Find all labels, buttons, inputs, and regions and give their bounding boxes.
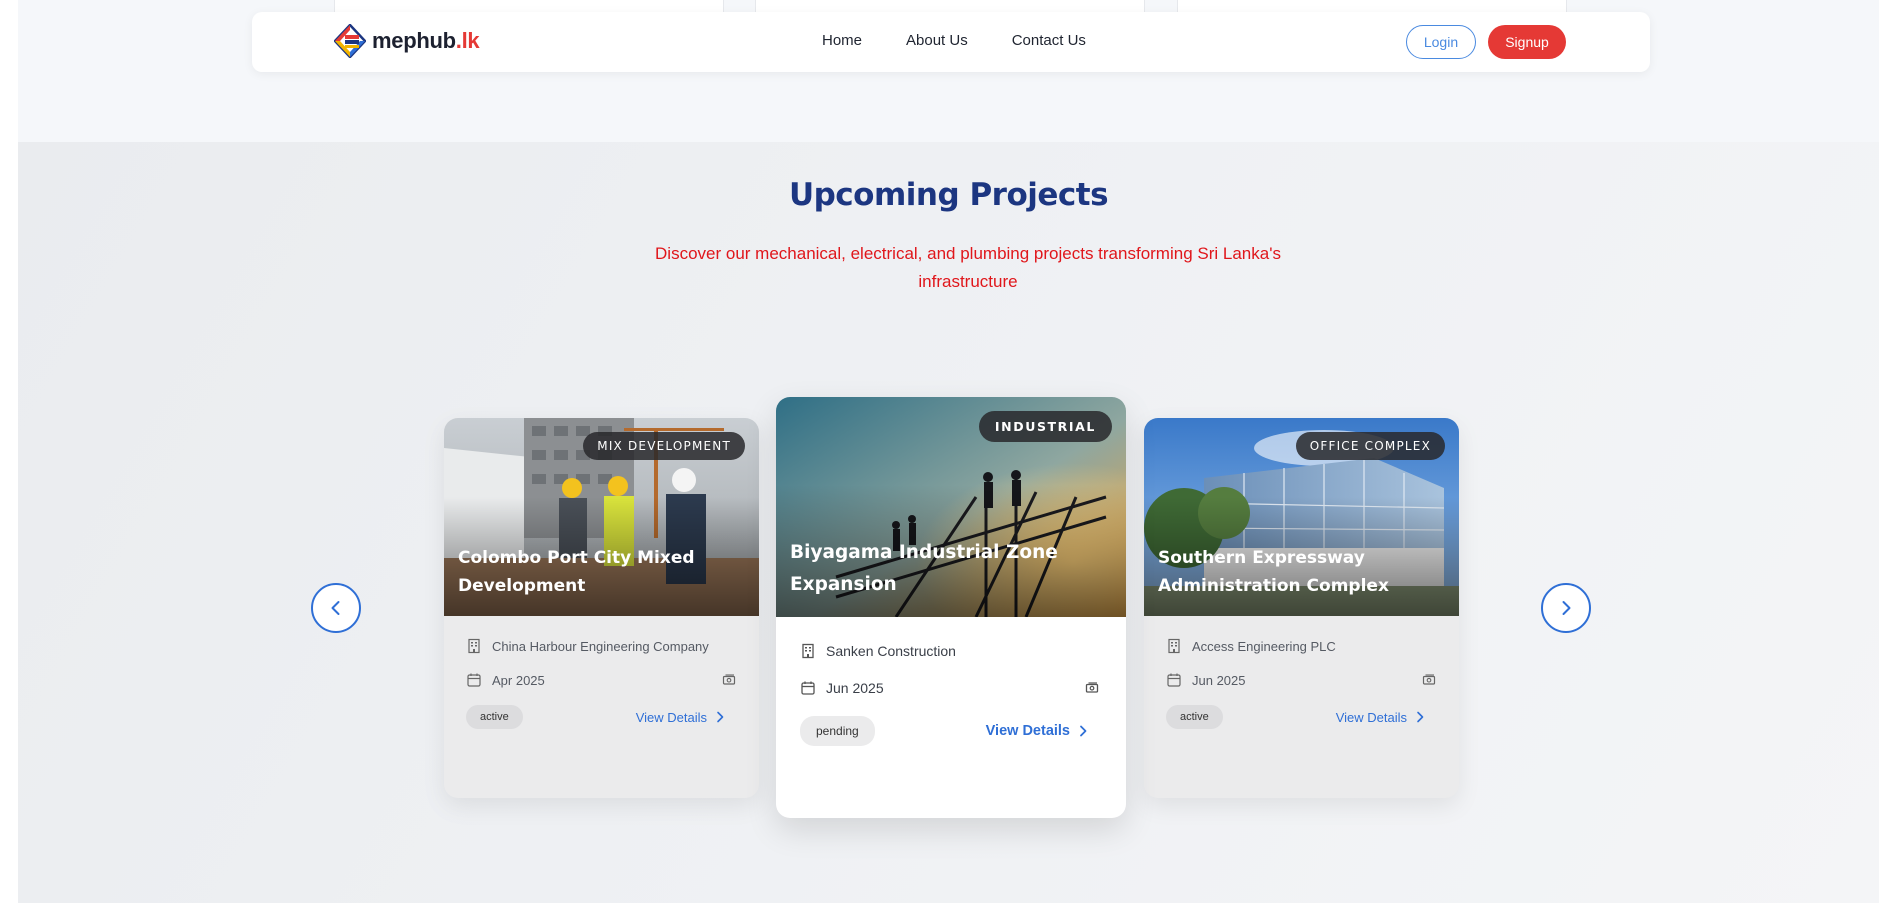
project-date: Apr 2025: [492, 672, 545, 688]
card-body: Sanken Construction Jun 2025 pending Vie…: [776, 617, 1126, 746]
status-row: pending View Details: [800, 716, 1100, 746]
company-name: Access Engineering PLC: [1192, 638, 1336, 654]
company-name: Sanken Construction: [826, 643, 956, 659]
calendar-icon: [801, 681, 815, 695]
project-date: Jun 2025: [1192, 672, 1246, 688]
company-row: Sanken Construction: [800, 643, 1100, 659]
previous-card-edge: [1177, 0, 1567, 12]
view-details-link[interactable]: View Details: [986, 723, 1100, 739]
view-details-label: View Details: [1335, 709, 1407, 725]
signup-button[interactable]: Signup: [1488, 25, 1566, 59]
date-row: Apr 2025: [466, 672, 737, 688]
upcoming-projects-section: Upcoming Projects Discover our mechanica…: [18, 142, 1879, 903]
project-image: OFFICE COMPLEX Southern Expressway Admin…: [1144, 418, 1459, 616]
mephub-logo-icon: [334, 24, 366, 58]
chevron-right-icon: [1080, 725, 1087, 737]
budget-icon: [722, 674, 736, 685]
chevron-right-icon: [717, 711, 724, 723]
project-title: Colombo Port City Mixed Development: [458, 548, 695, 596]
company-name: China Harbour Engineering Company: [492, 638, 709, 654]
carousel-prev-button[interactable]: [311, 583, 361, 633]
budget-icon: [1422, 674, 1436, 685]
company-row: China Harbour Engineering Company: [466, 638, 737, 654]
carousel-next-button[interactable]: [1541, 583, 1591, 633]
nav-contact-us[interactable]: Contact Us: [1012, 32, 1086, 49]
previous-card-edge: [755, 0, 1145, 12]
project-card[interactable]: MIX DEVELOPMENT Colombo Port City Mixed …: [444, 418, 759, 798]
status-badge: pending: [800, 716, 875, 746]
section-title: Upcoming Projects: [788, 177, 1109, 213]
category-badge: MIX DEVELOPMENT: [583, 432, 745, 460]
project-image: MIX DEVELOPMENT Colombo Port City Mixed …: [444, 418, 759, 616]
view-details-label: View Details: [985, 723, 1070, 739]
navbar: mephub.lk Home About Us Contact Us Login…: [252, 12, 1650, 72]
building-icon: [802, 643, 814, 659]
project-date: Jun 2025: [826, 680, 884, 696]
status-badge: active: [1166, 705, 1223, 729]
chevron-left-icon: [331, 601, 340, 615]
card-body: China Harbour Engineering Company Apr 20…: [444, 616, 759, 729]
calendar-icon: [1167, 673, 1181, 687]
project-card[interactable]: OFFICE COMPLEX Southern Expressway Admin…: [1144, 418, 1459, 798]
card-body: Access Engineering PLC Jun 2025 active V…: [1144, 616, 1459, 729]
category-badge: OFFICE COMPLEX: [1295, 432, 1445, 460]
login-button[interactable]: Login: [1406, 25, 1476, 59]
budget-icon: [1085, 682, 1099, 693]
building-icon: [1168, 638, 1180, 654]
view-details-link[interactable]: View Details: [1336, 710, 1437, 725]
nav-home[interactable]: Home: [822, 32, 862, 49]
page-edge: [0, 0, 18, 903]
project-title: Biyagama Industrial Zone Expansion: [790, 542, 1058, 595]
building-icon: [468, 638, 480, 654]
previous-card-edge: [334, 0, 724, 12]
category-badge: INDUSTRIAL: [978, 411, 1112, 442]
chevron-right-icon: [1417, 711, 1424, 723]
main-nav: Home About Us Contact Us: [822, 32, 1130, 49]
calendar-icon: [467, 673, 481, 687]
view-details-label: View Details: [635, 709, 707, 725]
status-row: active View Details: [466, 705, 737, 729]
project-image: INDUSTRIAL Biyagama Industrial Zone Expa…: [776, 397, 1126, 617]
company-row: Access Engineering PLC: [1166, 638, 1437, 654]
view-details-link[interactable]: View Details: [636, 710, 737, 725]
date-row: Jun 2025: [1166, 672, 1437, 688]
project-title: Southern Expressway Administration Compl…: [1158, 548, 1389, 596]
status-row: active View Details: [1166, 705, 1437, 729]
nav-about-us[interactable]: About Us: [906, 32, 968, 49]
status-badge: active: [466, 705, 523, 729]
section-subtitle: Discover our mechanical, electrical, and…: [655, 244, 1281, 291]
project-card-active[interactable]: INDUSTRIAL Biyagama Industrial Zone Expa…: [776, 397, 1126, 818]
chevron-right-icon: [1562, 601, 1571, 615]
logo-text: mephub.lk: [372, 28, 480, 53]
logo[interactable]: mephub.lk: [334, 24, 480, 58]
date-row: Jun 2025: [800, 680, 1100, 696]
